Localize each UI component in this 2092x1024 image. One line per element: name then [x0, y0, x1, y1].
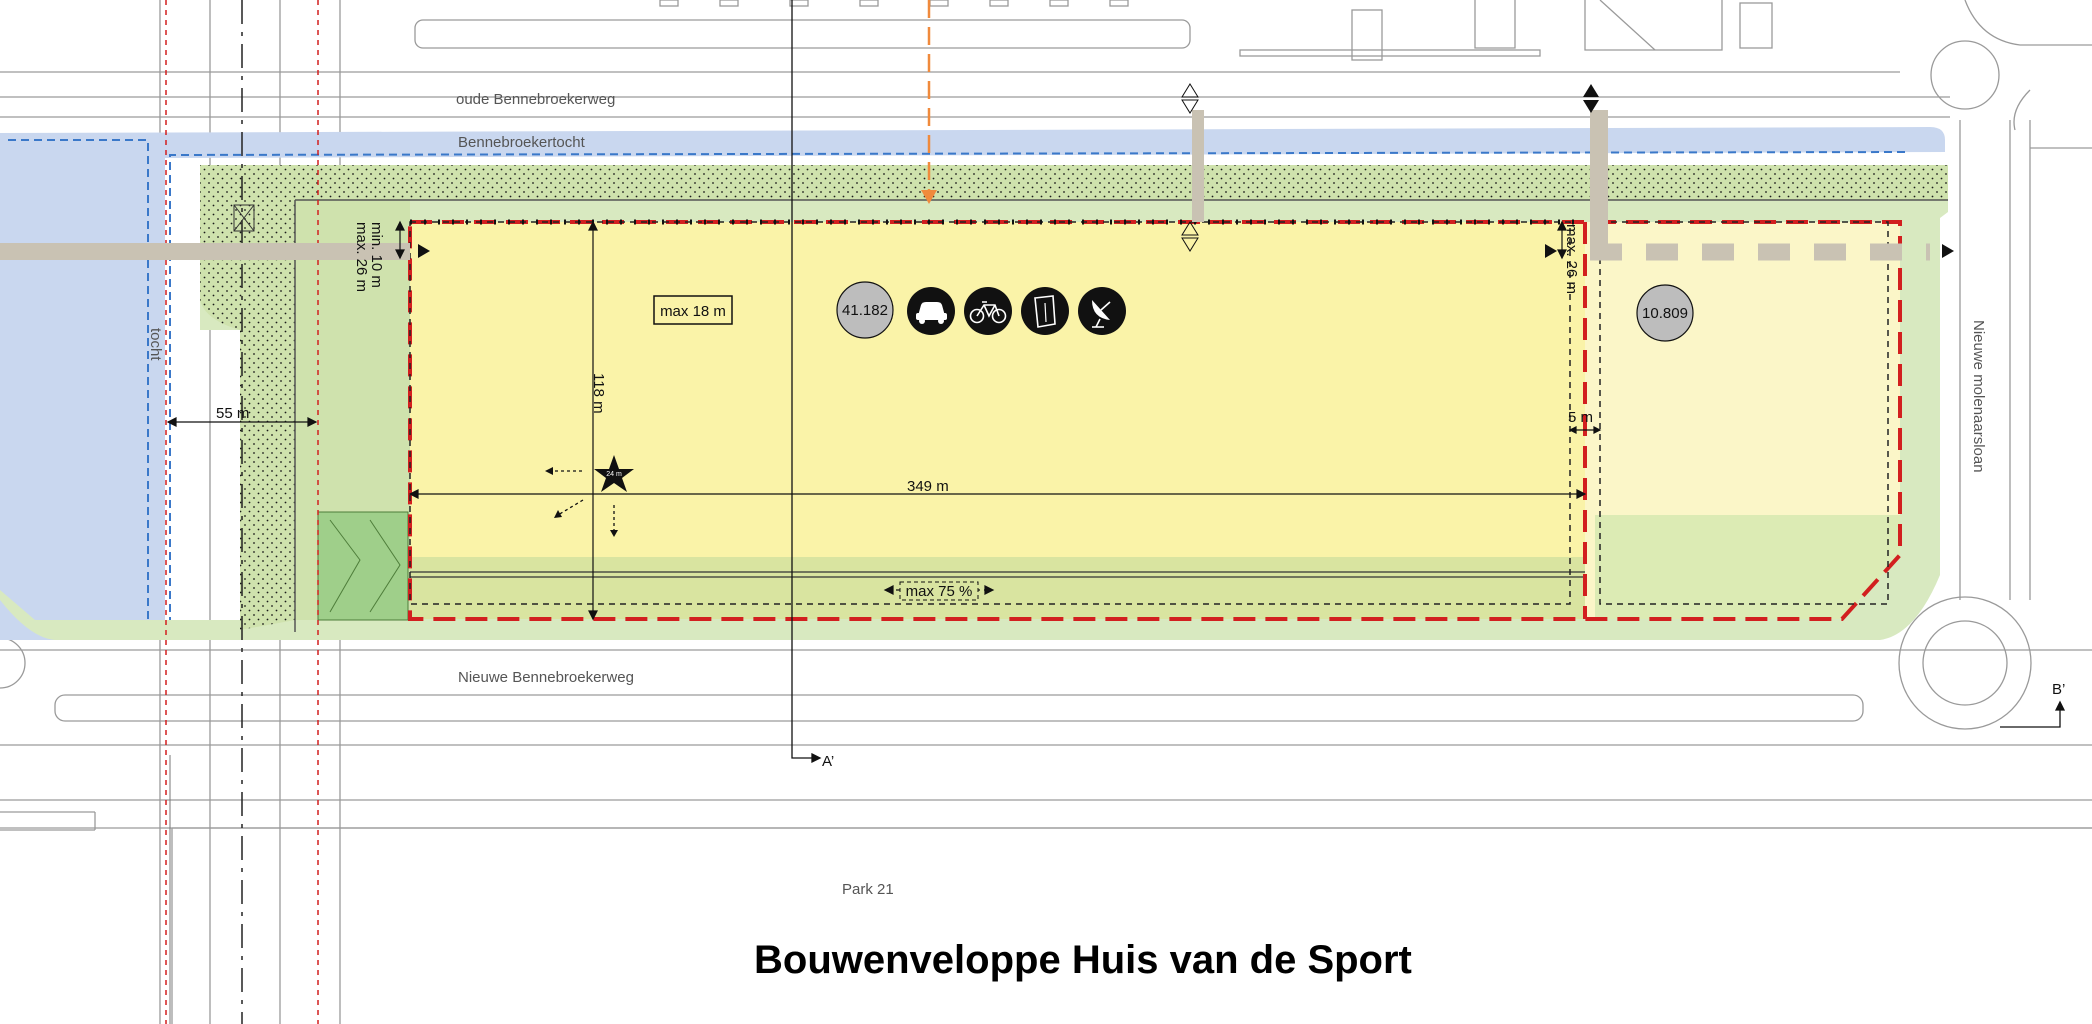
- dim-height-max: max 18 m: [660, 303, 726, 320]
- area-circle-secondary: 10.809: [1636, 284, 1694, 342]
- page-title: Bouwenveloppe Huis van de Sport: [754, 938, 1412, 982]
- section-b-label: B’: [2052, 681, 2065, 698]
- area-secondary-value: 10.809: [1642, 305, 1688, 322]
- waste-bin-icon: [1021, 287, 1069, 335]
- area-main-value: 41.182: [842, 302, 888, 319]
- title-panel: Bouwenveloppe Huis van de Sport: [722, 912, 1500, 1024]
- dim-depth: 118 m: [590, 373, 607, 414]
- label-nieuwe-molenaarsloan: Nieuwe molenaarsloan: [1970, 320, 1987, 473]
- car-icon: [907, 287, 955, 335]
- label-tocht: tocht: [147, 328, 164, 361]
- site-plan: 24 m 41.182 10.809 oude Bennebroekerweg …: [0, 0, 2092, 1024]
- label-nieuwe-bennebroekerweg: Nieuwe Bennebroekerweg: [458, 669, 634, 686]
- label-bennebroekertocht: Bennebroekertocht: [458, 134, 586, 151]
- dim-coverage: max 75 %: [906, 583, 973, 600]
- bicycle-icon: [964, 287, 1012, 335]
- secondary-plot: [1585, 222, 1900, 619]
- dim-setback-max: max. 26 m: [353, 222, 370, 292]
- area-circle-main: 41.182: [836, 281, 894, 339]
- section-a-label: A’: [822, 753, 834, 770]
- dim-east-setback: 5 m: [1568, 409, 1593, 426]
- dim-length: 349 m: [907, 478, 949, 495]
- landmark-label: 24 m: [606, 471, 622, 478]
- label-oude-bennebroekerweg: oude Bennebroekerweg: [456, 91, 615, 108]
- label-park: Park 21: [842, 881, 894, 898]
- satellite-dish-icon: [1078, 287, 1126, 335]
- dim-east-max: max. 26 m: [1563, 224, 1580, 294]
- dim-setback-canal: 55 m: [216, 405, 249, 422]
